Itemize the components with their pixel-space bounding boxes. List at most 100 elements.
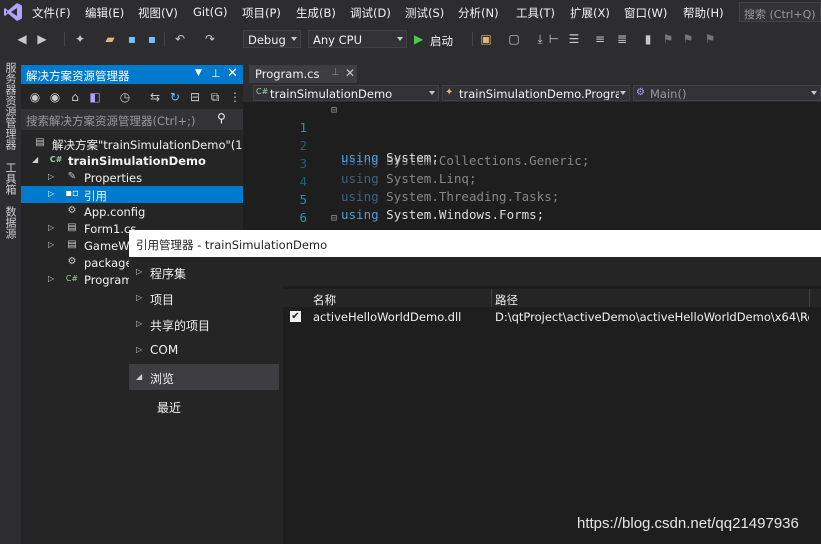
tree-item-label: App.config	[84, 205, 146, 219]
tab-data-sources[interactable]: 数据源	[2, 206, 18, 239]
back-icon[interactable]: ◀	[14, 31, 30, 47]
collapsed-arrow-icon[interactable]: ▷	[48, 172, 54, 181]
refresh-icon[interactable]: ↻	[167, 89, 183, 105]
open-folder-icon[interactable]: ▰	[102, 31, 118, 47]
collapsed-arrow-icon[interactable]: ▷	[136, 319, 142, 328]
undo-icon[interactable]: ↶	[172, 31, 188, 47]
global-search-input[interactable]: 搜索 (Ctrl+Q)	[739, 2, 821, 22]
window-layout-icon[interactable]: ▢	[506, 31, 522, 47]
tab-server-explorer[interactable]: 服务器资源管理器	[2, 62, 18, 150]
tree-item-properties[interactable]: ▷ ✎ Properties	[21, 169, 243, 186]
column-header-path[interactable]: 路径	[495, 292, 518, 308]
nav-com[interactable]: ▷ COM	[129, 337, 279, 363]
solution-platform-select[interactable]: Any CPU	[308, 30, 407, 48]
nav-item-label: COM	[150, 343, 179, 357]
menu-test[interactable]: 测试(S)	[405, 5, 444, 21]
tab-toolbox[interactable]: 工具箱	[2, 162, 18, 195]
home-icon[interactable]: ⌂	[67, 89, 83, 105]
menu-debug[interactable]: 调试(D)	[350, 5, 391, 21]
tree-item-references[interactable]: ▷ ▪▫ 引用	[21, 186, 243, 203]
reference-manager-title-bar: 引用管理器 - trainSimulationDemo	[129, 230, 821, 257]
class-nav-select[interactable]: ✦ trainSimulationDemo.Progran	[442, 85, 630, 101]
collapse-all-icon[interactable]: ⊟	[187, 89, 203, 105]
menu-build[interactable]: 生成(B)	[296, 5, 336, 21]
save-icon[interactable]: ▪	[124, 31, 140, 47]
collapse-icon[interactable]: ⊟	[331, 213, 337, 224]
tab-program-cs[interactable]: Program.cs ⊥ ✕	[249, 65, 357, 83]
collapsed-arrow-icon[interactable]: ▷	[136, 345, 142, 354]
nav-shared-projects[interactable]: ▷ 共享的项目	[129, 311, 279, 337]
member-nav-select[interactable]: ⚙ Main()	[633, 85, 821, 101]
csharp-file-icon: C#	[65, 274, 79, 283]
next-bookmark-icon[interactable]: ⚑	[680, 31, 696, 47]
clear-bookmarks-icon[interactable]: ⚑	[702, 31, 718, 47]
table-row[interactable]: ✔ activeHelloWorldDemo.dll D:\qtProject\…	[283, 308, 821, 326]
nav-projects[interactable]: ▷ 项目	[129, 285, 279, 311]
nav-assemblies[interactable]: ▷ 程序集	[129, 259, 279, 285]
tree-item-solution[interactable]: ▤ 解决方案"trainSimulationDemo"(1 个项	[21, 135, 269, 152]
collapsed-arrow-icon[interactable]: ▷	[136, 293, 142, 302]
reference-list-header: 名称 路径	[283, 289, 821, 307]
menu-project[interactable]: 项目(P)	[242, 5, 281, 21]
solution-search-input[interactable]: 搜索解决方案资源管理器(Ctrl+;) ⚲	[21, 109, 243, 130]
collapsed-arrow-icon[interactable]: ▷	[48, 274, 54, 283]
tree-item-project[interactable]: ◢ C# trainSimulationDemo	[21, 152, 243, 169]
visual-studio-logo-icon[interactable]	[2, 1, 24, 23]
dropdown-arrow-icon[interactable]: ▼	[195, 68, 202, 78]
properties-icon[interactable]: ⋮	[227, 89, 243, 105]
column-divider[interactable]	[491, 289, 492, 307]
chevron-down-icon	[291, 37, 297, 41]
bookmark-icon[interactable]: ▮	[640, 31, 656, 47]
collapsed-arrow-icon[interactable]: ▷	[48, 189, 54, 198]
platform-value: Any CPU	[313, 33, 362, 47]
expanded-arrow-icon[interactable]: ◢	[136, 372, 142, 381]
solution-configuration-select[interactable]: Debug	[243, 30, 301, 48]
nav-recent[interactable]: 最近	[129, 393, 279, 419]
forward-icon[interactable]: ◉	[47, 89, 63, 105]
pending-changes-icon[interactable]: ◷	[117, 89, 133, 105]
watermark-text: https://blog.csdn.net/qq21497936	[577, 515, 799, 532]
column-header-name[interactable]: 名称	[313, 292, 336, 308]
save-all-icon[interactable]: ▪	[144, 31, 160, 47]
menu-git[interactable]: Git(G)	[193, 5, 228, 19]
menu-edit[interactable]: 编辑(E)	[85, 5, 124, 21]
switch-views-icon[interactable]: ◧	[87, 89, 103, 105]
comment-icon[interactable]: ≡	[592, 31, 608, 47]
expanded-arrow-icon[interactable]: ◢	[32, 155, 38, 164]
close-icon[interactable]: ✕	[227, 66, 238, 81]
browser-link-icon[interactable]: ▣	[478, 31, 494, 47]
new-project-icon[interactable]: ✦	[72, 31, 88, 47]
breakpoint-toggle-icon[interactable]: ⊢	[546, 31, 562, 47]
menu-extensions[interactable]: 扩展(X)	[570, 5, 610, 21]
column-divider[interactable]	[809, 289, 810, 307]
pin-icon[interactable]: ⊥	[331, 67, 340, 78]
menu-tools[interactable]: 工具(T)	[516, 5, 555, 21]
menu-analyze[interactable]: 分析(N)	[458, 5, 499, 21]
show-all-files-icon[interactable]: ⧉	[207, 89, 223, 105]
search-icon[interactable]: ⚲	[217, 111, 226, 125]
redo-icon[interactable]: ↷	[202, 31, 218, 47]
menu-file[interactable]: 文件(F)	[32, 5, 71, 21]
forward-icon[interactable]: ▶	[34, 31, 50, 47]
left-tool-window-strip: 服务器资源管理器 工具箱 数据源	[0, 54, 21, 544]
reference-checkbox[interactable]: ✔	[290, 311, 301, 322]
collapse-icon[interactable]: ⊟	[331, 105, 337, 116]
tree-item-app-config[interactable]: ⚙ App.config	[21, 203, 243, 220]
menu-help[interactable]: 帮助(H)	[683, 5, 724, 21]
uncomment-icon[interactable]: ≣	[614, 31, 630, 47]
sync-icon[interactable]: ⇆	[147, 89, 163, 105]
menu-view[interactable]: 视图(V)	[138, 5, 178, 21]
nav-browse[interactable]: ◢ 浏览	[129, 364, 279, 390]
collapsed-arrow-icon[interactable]: ▷	[48, 240, 54, 249]
code-editor[interactable]: 1 ⊟ using System; 2 using System.Collect…	[243, 102, 821, 273]
collapsed-arrow-icon[interactable]: ▷	[136, 267, 142, 276]
solution-icon: ▤	[35, 137, 45, 148]
collapsed-arrow-icon[interactable]: ▷	[48, 223, 54, 232]
prev-bookmark-icon[interactable]: ⚑	[660, 31, 676, 47]
close-icon[interactable]: ✕	[345, 66, 355, 80]
pin-icon[interactable]: ⊥	[211, 67, 221, 80]
back-icon[interactable]: ◉	[27, 89, 43, 105]
outline-icon[interactable]: ☰	[566, 31, 582, 47]
project-nav-select[interactable]: C# trainSimulationDemo	[253, 85, 439, 101]
menu-window[interactable]: 窗口(W)	[624, 5, 667, 21]
